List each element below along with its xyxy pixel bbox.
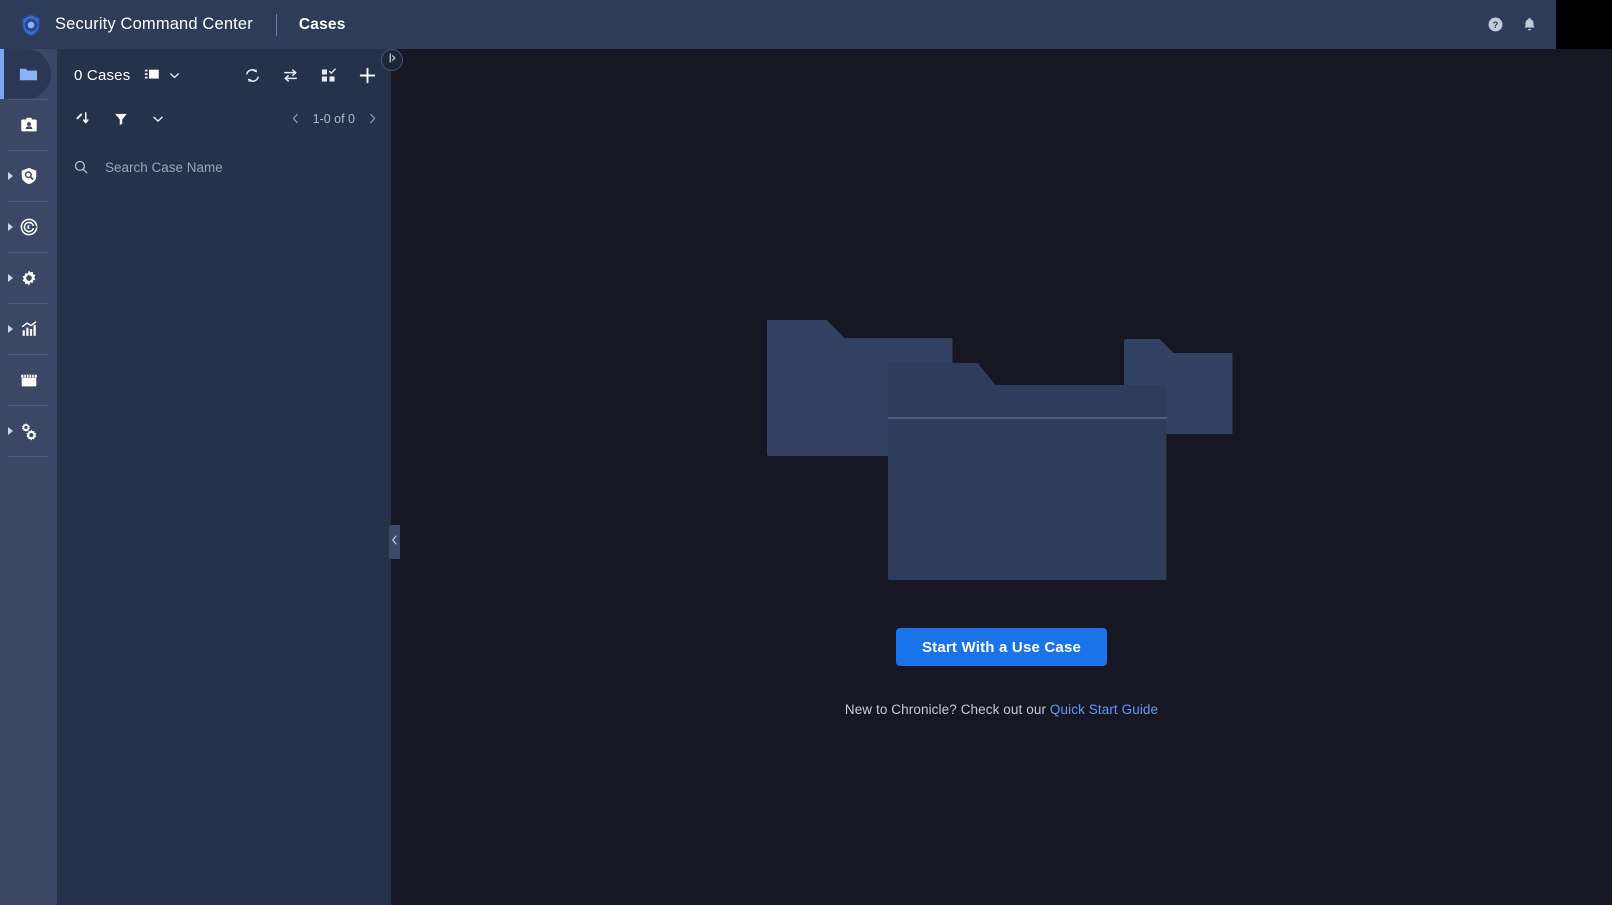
panel-expand-handle[interactable] bbox=[381, 49, 403, 71]
top-header: Security Command Center Cases ? bbox=[0, 0, 1612, 49]
refresh-icon[interactable] bbox=[244, 67, 261, 84]
sidebar-item-cases[interactable] bbox=[0, 49, 51, 99]
hint-text: New to Chronicle? Check out our bbox=[844, 702, 1050, 717]
search-bar[interactable] bbox=[57, 146, 391, 188]
header-actions: ? bbox=[1478, 0, 1612, 49]
help-circle-icon[interactable]: ? bbox=[1478, 8, 1512, 42]
main-content: Start With a Use Case New to Chronicle? … bbox=[391, 49, 1612, 905]
plus-icon[interactable] bbox=[358, 66, 377, 85]
quick-start-guide-link[interactable]: Quick Start Guide bbox=[1050, 702, 1158, 717]
folder-icon bbox=[0, 49, 57, 99]
bar-chart-icon bbox=[0, 304, 57, 354]
view-mode-toggle[interactable] bbox=[144, 67, 181, 83]
start-with-use-case-button[interactable]: Start With a Use Case bbox=[895, 628, 1108, 666]
storefront-icon bbox=[0, 355, 57, 405]
gear-icon bbox=[0, 253, 57, 303]
rail-divider bbox=[8, 456, 49, 457]
shield-logo-icon bbox=[18, 12, 44, 38]
pagination-range: 1-0 of 0 bbox=[312, 111, 355, 126]
cases-panel: 0 Cases 1-0 of 0 Search Case Name bbox=[57, 49, 391, 905]
folder-seam-line bbox=[887, 417, 1167, 419]
panel-expand-icon bbox=[386, 51, 398, 69]
sidebar-item-response[interactable] bbox=[0, 202, 57, 252]
cases-toolbar bbox=[244, 66, 377, 85]
chevron-right-icon[interactable] bbox=[366, 112, 379, 125]
sidebar-item-profiles[interactable] bbox=[0, 100, 57, 150]
sidebar-item-detection[interactable] bbox=[0, 151, 57, 201]
checkbox-grid-icon[interactable] bbox=[320, 67, 337, 84]
split-view-icon bbox=[144, 67, 160, 83]
sidebar-item-marketplace[interactable] bbox=[0, 355, 57, 405]
product-name: Security Command Center bbox=[55, 15, 253, 33]
sidebar-item-settings[interactable] bbox=[0, 253, 57, 303]
panel-collapse-handle[interactable] bbox=[389, 525, 400, 559]
header-divider bbox=[275, 13, 277, 36]
chevron-left-icon[interactable] bbox=[289, 112, 302, 125]
search-icon bbox=[73, 159, 89, 175]
avatar[interactable] bbox=[1556, 0, 1612, 49]
sort-arrow-icon[interactable] bbox=[74, 110, 91, 127]
empty-state-hint: New to Chronicle? Check out our Quick St… bbox=[845, 702, 1158, 717]
bell-icon[interactable] bbox=[1512, 8, 1546, 42]
stacked-folders-illustration bbox=[766, 304, 1237, 604]
svg-text:?: ? bbox=[1492, 20, 1498, 30]
sidebar-rail bbox=[0, 49, 57, 905]
sidebar-item-admin[interactable] bbox=[0, 406, 57, 456]
chevron-down-icon bbox=[168, 69, 181, 82]
page-title: Cases bbox=[298, 15, 346, 33]
folder-shape-front bbox=[887, 363, 1167, 580]
chevron-left-icon bbox=[390, 533, 399, 551]
radar-target-icon bbox=[0, 202, 57, 252]
shield-search-icon bbox=[0, 151, 57, 201]
sidebar-item-reports[interactable] bbox=[0, 304, 57, 354]
chevron-down-icon[interactable] bbox=[151, 112, 165, 126]
id-badge-icon bbox=[0, 100, 57, 150]
pagination: 1-0 of 0 bbox=[289, 112, 379, 126]
empty-state: Start With a Use Case New to Chronicle? … bbox=[391, 304, 1612, 717]
app-root: Security Command Center Cases ? 0 Cases … bbox=[0, 0, 1612, 905]
funnel-icon[interactable] bbox=[113, 111, 129, 127]
brand[interactable]: Security Command Center bbox=[0, 12, 253, 38]
swap-arrows-icon[interactable] bbox=[282, 67, 299, 84]
filter-controls bbox=[74, 110, 165, 127]
multi-gear-icon bbox=[0, 406, 57, 456]
cases-panel-header: 0 Cases bbox=[57, 49, 391, 101]
search-input[interactable] bbox=[105, 159, 377, 175]
cases-filter-row: 1-0 of 0 bbox=[57, 101, 391, 136]
cases-count-label: 0 Cases bbox=[74, 66, 131, 84]
